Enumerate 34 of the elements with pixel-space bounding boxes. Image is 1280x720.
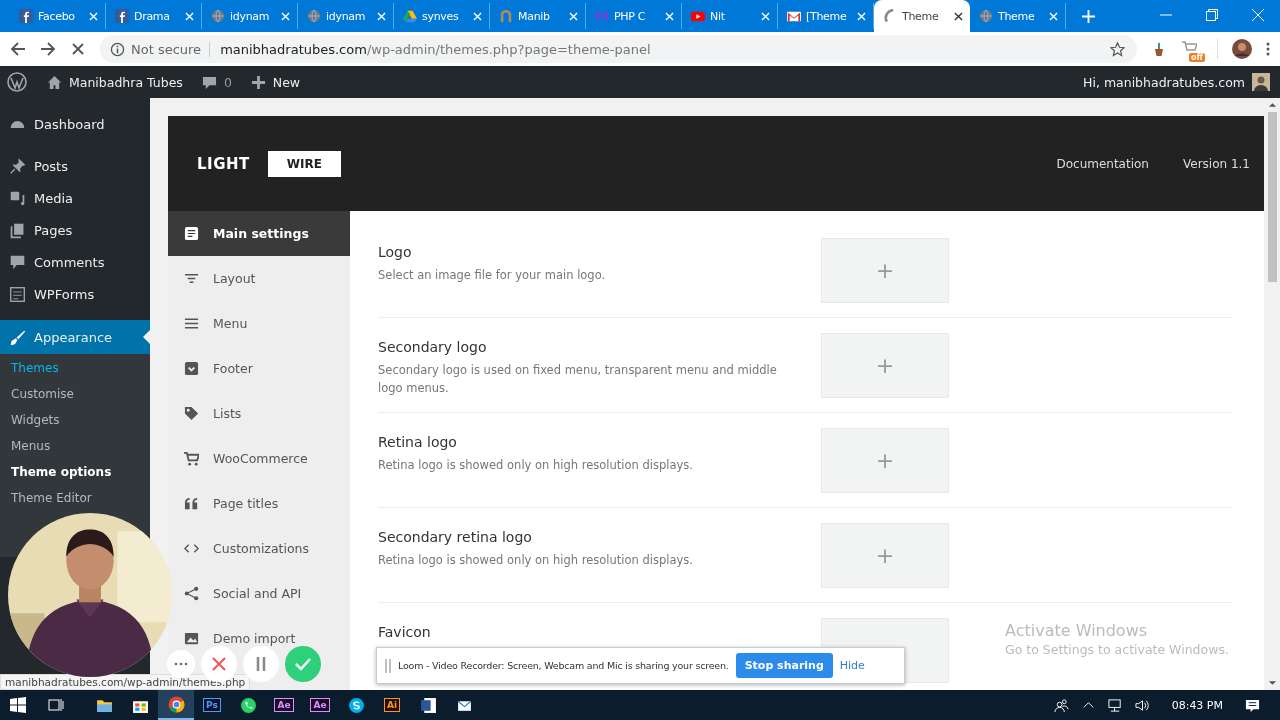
tab-title: [Theme (806, 9, 848, 23)
tab-title: Theme (998, 9, 1036, 23)
tab-title: Theme (902, 9, 940, 23)
setting-description: Retina logo is showed only on high resolution displays. (378, 457, 694, 474)
app-label: Ai (383, 698, 401, 712)
setting-title: Secondary logo (378, 339, 488, 355)
version-label: Version 1.1 (1182, 156, 1250, 171)
brand-name: LIGHT (197, 154, 250, 173)
app-label: Ps (203, 698, 221, 712)
tab-title: idynam (326, 9, 367, 23)
tab-title: Drama (134, 9, 171, 23)
tab-title: synves (422, 9, 460, 23)
sharing-message: Loom - Video Recorder: Screen, Webcam and Mic is sharing your screen. (398, 660, 729, 671)
status-url: manibhadratubes.com/wp-admin/themes.php (0, 674, 251, 690)
setting-title: Favicon (378, 624, 432, 640)
setting-description: Retina logo is showed only on high resolution displays. (378, 552, 694, 569)
setting-description: Select an image file for your main logo. (378, 267, 607, 284)
tab-title: Facebo (38, 9, 76, 23)
activation-title: Activate Windows (1005, 621, 1149, 640)
app-label: Ae (274, 698, 294, 712)
extension-badge: off (1189, 53, 1205, 62)
setting-title: Secondary retina logo (378, 529, 533, 545)
app-label: Ae (310, 698, 330, 712)
tab-title: Nit (710, 9, 726, 23)
brand-tag: WIRE (267, 150, 341, 177)
setting-title: Retina logo (378, 434, 458, 450)
tab-title: Manib (518, 9, 551, 23)
url-text: manibhadratubes.com/wp-admin/themes.php?page=theme-panel (219, 41, 651, 57)
setting-title: Logo (378, 244, 413, 260)
setting-description: Secondary logo is used on fixed menu, transparent menu and middle logo menus. (378, 362, 778, 397)
tab-title: idynam (230, 9, 271, 23)
tab-title: PHP C (614, 9, 647, 23)
security-label: Not secure (131, 41, 211, 57)
activation-message: Go to Settings to activate Windows. (1005, 642, 1229, 657)
